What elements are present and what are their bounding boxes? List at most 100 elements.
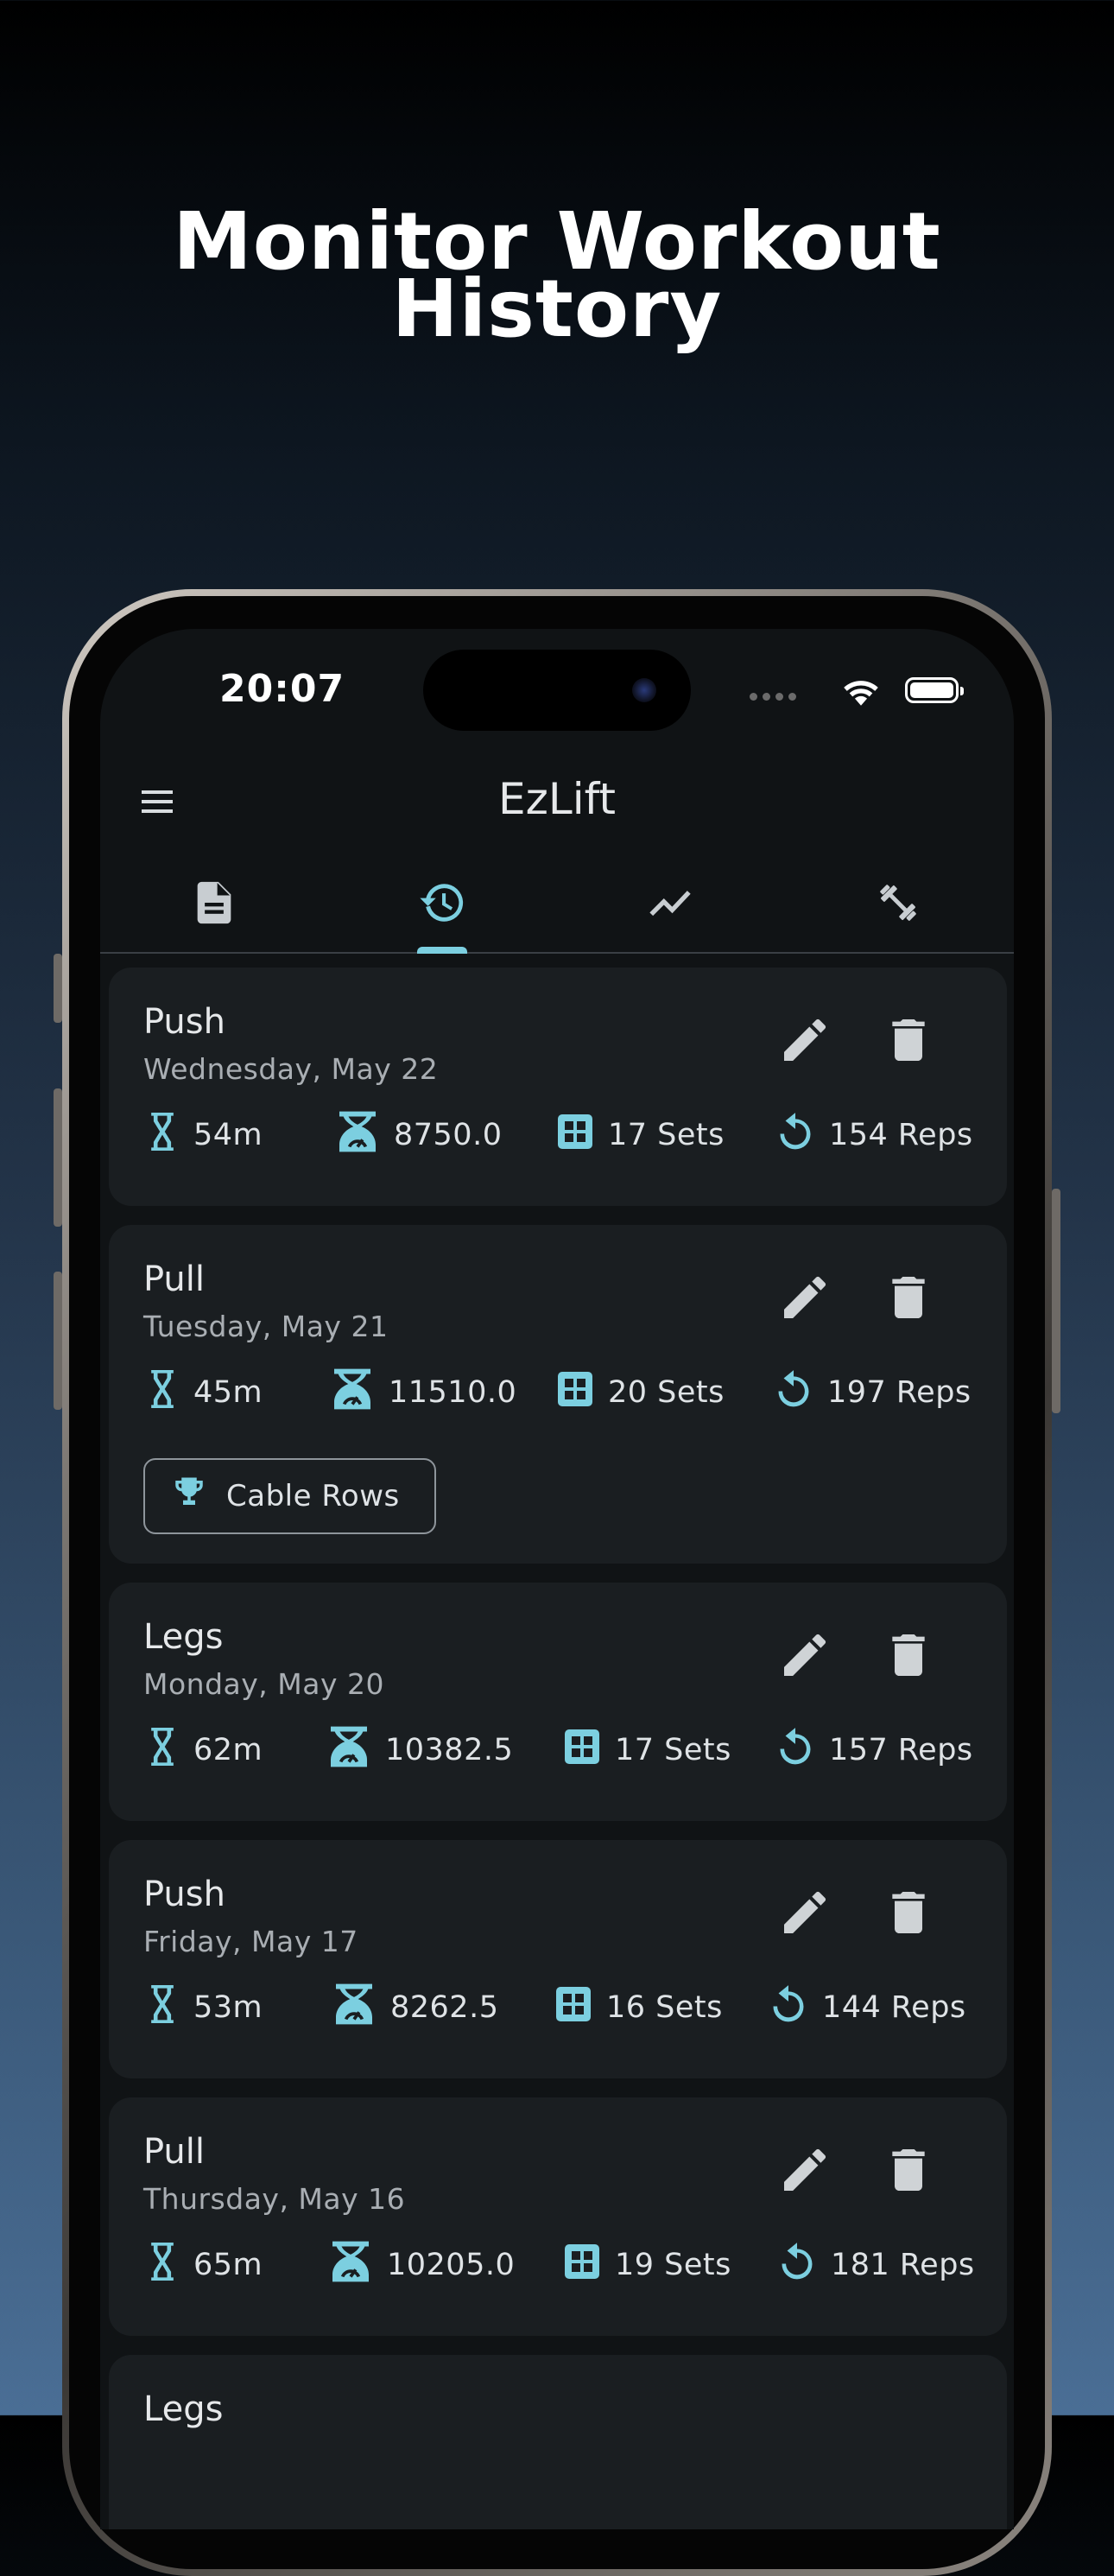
workout-name: Legs bbox=[143, 1617, 224, 1657]
delete-button[interactable] bbox=[881, 1012, 936, 1068]
weight-scale-icon bbox=[330, 1980, 378, 2036]
dynamic-island bbox=[423, 650, 691, 731]
workout-name: Pull bbox=[143, 2132, 205, 2172]
delete-button[interactable] bbox=[881, 1627, 936, 1683]
workout-date: Monday, May 20 bbox=[143, 1667, 384, 1701]
status-time: 20:07 bbox=[219, 667, 345, 711]
reps-value: 157 Reps bbox=[829, 1733, 973, 1767]
edit-icon bbox=[777, 1634, 832, 1686]
signal-icon bbox=[750, 688, 801, 701]
hourglass-icon bbox=[143, 1982, 181, 2034]
history-icon bbox=[420, 884, 464, 922]
sets-value: 16 Sets bbox=[606, 1990, 723, 2025]
workout-date: Wednesday, May 22 bbox=[143, 1052, 439, 1086]
tab-progress[interactable] bbox=[556, 869, 784, 952]
workout-name: Pull bbox=[143, 1259, 205, 1299]
sets-stat: 16 Sets bbox=[553, 1982, 723, 2034]
edit-button[interactable] bbox=[777, 1270, 832, 1325]
hourglass-icon bbox=[143, 2239, 181, 2292]
action-button bbox=[54, 954, 62, 1023]
weight-scale-icon bbox=[333, 1107, 382, 1164]
personal-record-chip[interactable]: Cable Rows bbox=[143, 1458, 436, 1534]
grid-icon bbox=[561, 2241, 603, 2290]
sets-value: 20 Sets bbox=[608, 1375, 725, 1410]
sets-stat: 20 Sets bbox=[554, 1367, 725, 1418]
duration-stat: 53m bbox=[143, 1982, 263, 2034]
workout-date: Tuesday, May 21 bbox=[143, 1310, 389, 1343]
sets-value: 17 Sets bbox=[608, 1118, 725, 1152]
hourglass-icon bbox=[143, 1724, 181, 1777]
grid-icon bbox=[553, 1983, 594, 2033]
workout-name: Legs bbox=[143, 2389, 224, 2429]
headline-line-2: History bbox=[391, 263, 723, 355]
dumbbell-icon bbox=[880, 885, 916, 921]
tab-bar bbox=[100, 869, 1014, 954]
edit-button[interactable] bbox=[777, 2142, 832, 2198]
workout-card[interactable]: Legs Monday, May 20 62m 10382.5 17 Sets 157 R… bbox=[109, 1583, 1007, 1821]
workout-stats: 65m 10205.0 19 Sets 181 Reps bbox=[143, 2239, 975, 2291]
volume-stat: 10382.5 bbox=[325, 1724, 513, 1776]
duration-stat: 54m bbox=[143, 1109, 263, 1161]
app-title: EzLift bbox=[498, 774, 616, 824]
edit-icon bbox=[777, 1891, 832, 1944]
volume-value: 11510.0 bbox=[389, 1375, 517, 1410]
volume-value: 10205.0 bbox=[387, 2248, 516, 2282]
weight-scale-icon bbox=[326, 2237, 375, 2294]
repeat-icon bbox=[767, 1983, 810, 2034]
delete-button[interactable] bbox=[881, 1885, 936, 1940]
volume-stat: 10205.0 bbox=[326, 2239, 515, 2291]
workout-card[interactable]: Push Wednesday, May 22 54m 8750.0 17 Sets 154… bbox=[109, 968, 1007, 1206]
volume-down-button bbox=[54, 1272, 62, 1410]
reps-value: 144 Reps bbox=[822, 1990, 966, 2025]
tab-history[interactable] bbox=[328, 869, 556, 954]
tab-exercises[interactable] bbox=[784, 869, 1012, 952]
record-exercise: Cable Rows bbox=[226, 1479, 400, 1513]
delete-button[interactable] bbox=[881, 1270, 936, 1325]
trash-icon bbox=[881, 1277, 936, 1329]
trash-icon bbox=[881, 1634, 936, 1686]
wifi-icon bbox=[844, 681, 878, 706]
repeat-icon bbox=[774, 1725, 817, 1776]
duration-stat: 65m bbox=[143, 2239, 263, 2291]
workout-stats: 53m 8262.5 16 Sets 144 Reps bbox=[143, 1982, 972, 2034]
reps-value: 181 Reps bbox=[831, 2248, 975, 2282]
active-tab-indicator bbox=[417, 947, 467, 954]
trash-icon bbox=[881, 2149, 936, 2201]
power-button bbox=[1052, 1189, 1060, 1413]
reps-stat: 154 Reps bbox=[774, 1109, 973, 1161]
app-bar: EzLift bbox=[100, 758, 1014, 845]
duration-stat: 62m bbox=[143, 1724, 263, 1776]
edit-button[interactable] bbox=[777, 1885, 832, 1940]
workout-card[interactable]: Pull Tuesday, May 21 45m 11510.0 20 Sets 197 … bbox=[109, 1225, 1007, 1564]
edit-icon bbox=[777, 1018, 832, 1071]
app-screen: 20:07 EzLift Push Wednesday, May 22 54m … bbox=[100, 629, 1014, 2529]
grid-icon bbox=[554, 1111, 596, 1160]
sets-stat: 17 Sets bbox=[561, 1724, 731, 1776]
grid-icon bbox=[554, 1368, 596, 1418]
repeat-icon bbox=[774, 1110, 817, 1161]
repeat-icon bbox=[772, 1367, 815, 1418]
sets-stat: 17 Sets bbox=[554, 1109, 725, 1161]
workout-name: Push bbox=[143, 1875, 225, 1914]
reps-stat: 144 Reps bbox=[767, 1982, 966, 2034]
workout-card[interactable]: Pull Thursday, May 16 65m 10205.0 19 Sets 181… bbox=[109, 2097, 1007, 2336]
edit-icon bbox=[777, 2148, 832, 2201]
trophy-icon bbox=[171, 1475, 207, 1519]
reps-value: 154 Reps bbox=[829, 1118, 973, 1152]
weight-scale-icon bbox=[328, 1365, 377, 1421]
tab-workouts[interactable] bbox=[100, 869, 328, 952]
headline: Monitor Workout History bbox=[0, 202, 1114, 355]
reps-stat: 197 Reps bbox=[772, 1367, 972, 1418]
edit-button[interactable] bbox=[777, 1012, 832, 1068]
volume-stat: 8262.5 bbox=[330, 1982, 498, 2034]
workout-date: Thursday, May 16 bbox=[143, 2182, 406, 2216]
workout-card[interactable]: Legs bbox=[109, 2355, 1007, 2529]
workout-card[interactable]: Push Friday, May 17 53m 8262.5 16 Sets 144 Re… bbox=[109, 1840, 1007, 2078]
duration-value: 53m bbox=[193, 1990, 263, 2025]
volume-stat: 8750.0 bbox=[333, 1109, 502, 1161]
delete-button[interactable] bbox=[881, 2142, 936, 2198]
duration-value: 45m bbox=[193, 1375, 263, 1410]
edit-button[interactable] bbox=[777, 1627, 832, 1683]
duration-stat: 45m bbox=[143, 1367, 263, 1418]
trend-icon bbox=[649, 891, 691, 917]
